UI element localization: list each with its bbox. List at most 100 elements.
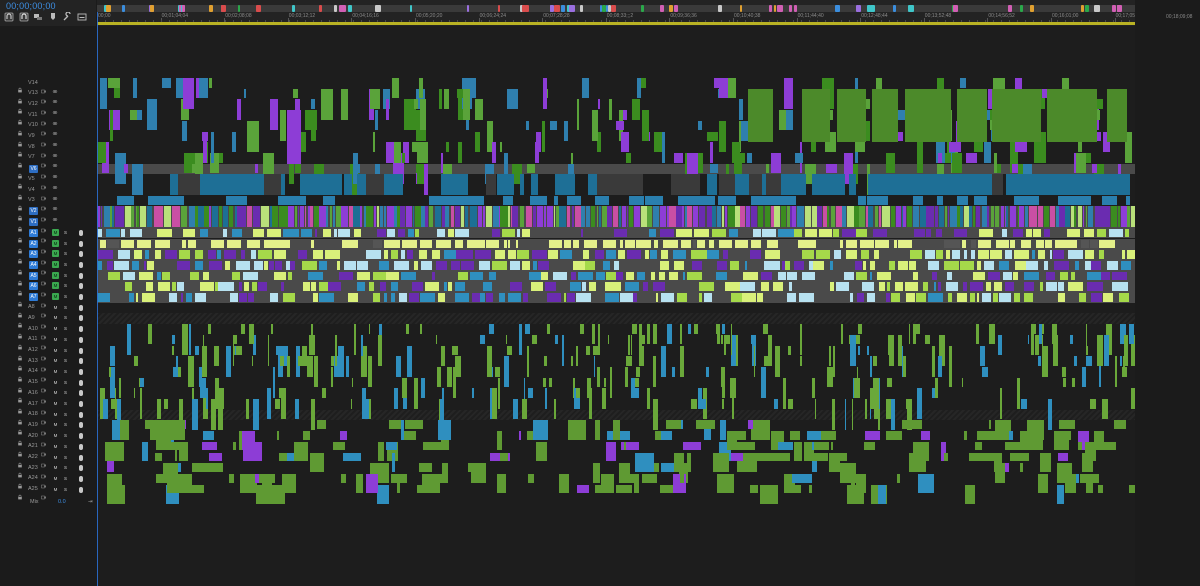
audio-clip[interactable] — [489, 324, 495, 334]
video-clip[interactable] — [178, 206, 180, 227]
audio-clip[interactable] — [1010, 239, 1016, 249]
video-clip[interactable] — [718, 120, 727, 152]
audio-clip[interactable] — [800, 356, 802, 366]
video-clip[interactable] — [747, 152, 753, 163]
audio-clip[interactable] — [1090, 399, 1096, 409]
video-clip[interactable] — [1097, 110, 1101, 120]
audio-clip[interactable] — [1004, 463, 1009, 472]
audio-clip[interactable] — [247, 293, 255, 302]
audio-clip[interactable] — [935, 250, 944, 259]
audio-clip[interactable] — [274, 271, 286, 281]
video-clip[interactable] — [474, 131, 480, 152]
audio-clip[interactable] — [750, 250, 761, 259]
video-clip[interactable] — [450, 206, 454, 227]
audio-clip[interactable] — [818, 228, 832, 238]
video-clip[interactable] — [438, 88, 442, 110]
mute-button[interactable]: M — [52, 347, 59, 354]
audio-clip[interactable] — [356, 282, 366, 291]
video-clip[interactable] — [133, 78, 138, 99]
audio-track-header-a4[interactable]: A4 M S — [0, 260, 97, 275]
audio-clip[interactable] — [944, 260, 960, 270]
audio-clip[interactable] — [1124, 228, 1130, 238]
audio-clip[interactable] — [395, 356, 402, 377]
audio-clip[interactable] — [993, 282, 1002, 291]
audio-clip[interactable] — [522, 228, 530, 238]
audio-clip[interactable] — [485, 293, 494, 302]
audio-clip[interactable] — [878, 377, 881, 409]
audio-clip[interactable] — [142, 441, 149, 462]
audio-clip[interactable] — [194, 293, 207, 302]
video-clip[interactable] — [896, 206, 901, 227]
audio-clip[interactable] — [998, 334, 1003, 356]
audio-clip[interactable] — [636, 239, 652, 249]
audio-clip[interactable] — [164, 250, 177, 259]
sequence-marker[interactable] — [1117, 5, 1122, 12]
audio-track-header-a10[interactable]: A10 M S — [0, 324, 97, 339]
audio-clip[interactable] — [379, 282, 386, 291]
audio-clip[interactable] — [797, 441, 802, 451]
audio-clip[interactable] — [784, 260, 791, 270]
audio-clip[interactable] — [276, 431, 279, 440]
audio-clip[interactable] — [177, 366, 182, 377]
audio-clip[interactable] — [645, 250, 649, 259]
video-clip[interactable] — [934, 206, 938, 227]
video-clip[interactable] — [536, 206, 543, 227]
video-clip[interactable] — [181, 120, 188, 142]
audio-clip[interactable] — [107, 271, 121, 281]
video-clip[interactable] — [109, 110, 114, 142]
sequence-marker[interactable] — [375, 5, 381, 12]
audio-clip[interactable] — [1102, 399, 1107, 409]
audio-clip[interactable] — [873, 356, 878, 366]
snap-button[interactable] — [4, 12, 14, 22]
audio-clip[interactable] — [479, 260, 490, 270]
audio-clip[interactable] — [937, 356, 942, 377]
sequence-marker[interactable] — [121, 5, 126, 12]
video-clip[interactable] — [873, 195, 879, 206]
voiceover-record-icon[interactable] — [79, 401, 83, 407]
audio-clip[interactable] — [114, 260, 130, 270]
audio-clip[interactable] — [235, 260, 250, 270]
audio-clip[interactable] — [391, 473, 407, 483]
solo-button[interactable]: S — [62, 336, 69, 343]
audio-clip[interactable] — [989, 250, 1003, 259]
audio-clip[interactable] — [522, 293, 528, 302]
solo-button[interactable]: S — [62, 389, 69, 396]
audio-clip[interactable] — [913, 271, 918, 281]
video-clip[interactable] — [766, 163, 770, 174]
video-clip[interactable] — [198, 206, 204, 227]
video-clip[interactable] — [745, 206, 751, 227]
audio-clip[interactable] — [202, 345, 207, 377]
audio-clip[interactable] — [129, 228, 142, 238]
audio-clip[interactable] — [538, 260, 549, 270]
sync-lock-toggle[interactable] — [40, 177, 47, 190]
audio-clip[interactable] — [460, 260, 475, 270]
video-clip[interactable] — [797, 206, 804, 227]
video-clip[interactable] — [984, 142, 991, 163]
audio-clip[interactable] — [281, 473, 297, 494]
audio-clip[interactable] — [1012, 228, 1023, 238]
video-clip[interactable] — [508, 206, 510, 227]
sequence-marker[interactable] — [525, 5, 530, 12]
audio-clip[interactable] — [516, 228, 521, 238]
audio-clip[interactable] — [926, 228, 931, 238]
audio-clip[interactable] — [720, 420, 727, 440]
audio-clip[interactable] — [696, 420, 715, 430]
audio-clip[interactable] — [218, 282, 234, 291]
mute-button[interactable]: M — [52, 443, 59, 450]
audio-clip[interactable] — [651, 271, 656, 281]
sequence-marker[interactable] — [209, 5, 214, 12]
video-clip[interactable] — [1078, 142, 1082, 152]
mute-button[interactable]: M — [52, 368, 59, 375]
video-clip[interactable] — [585, 206, 590, 227]
audio-track-header-a25[interactable]: A25 M S — [0, 485, 97, 500]
audio-clip[interactable] — [921, 431, 931, 440]
audio-clip[interactable] — [647, 324, 650, 345]
audio-clip[interactable] — [111, 399, 116, 409]
audio-clip[interactable] — [548, 239, 563, 249]
video-clip[interactable] — [887, 206, 890, 227]
audio-clip[interactable] — [555, 334, 558, 345]
audio-clip[interactable] — [559, 250, 572, 259]
audio-clip[interactable] — [609, 366, 613, 398]
audio-clip[interactable] — [104, 452, 115, 462]
audio-clip[interactable] — [952, 250, 960, 259]
